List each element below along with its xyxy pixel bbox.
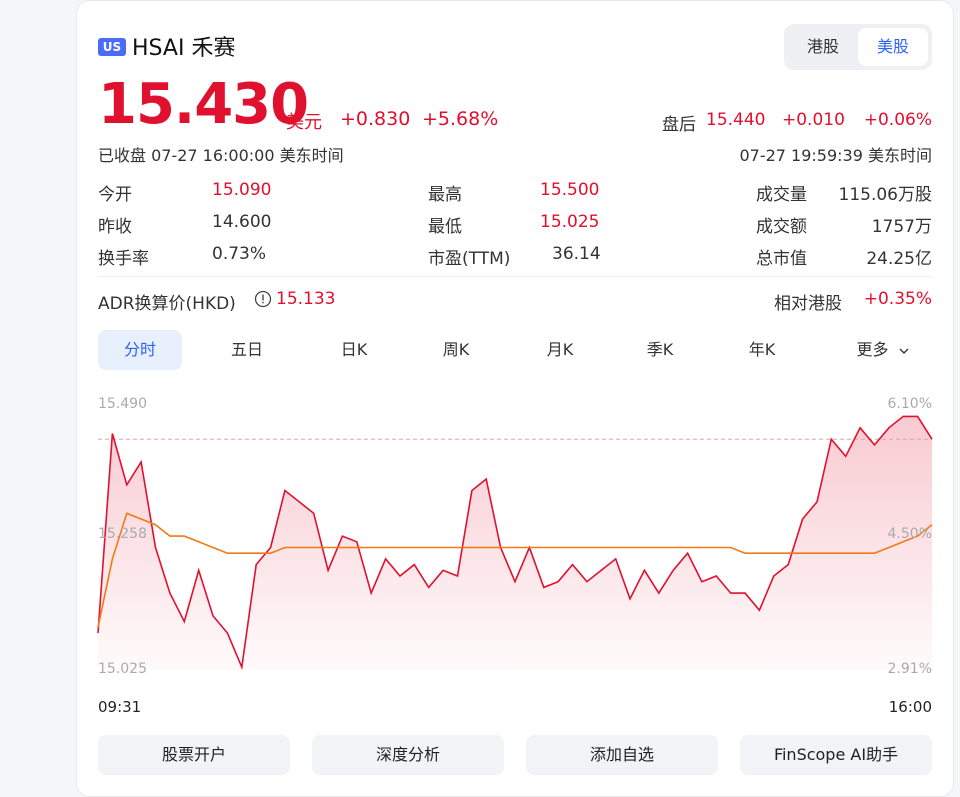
open-account-button[interactable]: 股票开户: [98, 735, 290, 775]
y-right-tick-top: 6.10%: [887, 396, 932, 412]
x-tick-end: 16:00: [888, 698, 932, 716]
finscope-ai-button[interactable]: FinScope AI助手: [740, 735, 932, 775]
y-left-tick-top: 15.490: [98, 396, 147, 412]
y-left-tick-bottom: 15.025: [98, 661, 147, 677]
y-right-tick-bottom: 2.91%: [887, 661, 932, 677]
x-tick-start: 09:31: [98, 698, 142, 716]
deep-analysis-button[interactable]: 深度分析: [312, 735, 504, 775]
y-right-tick-mid: 4.50%: [887, 526, 932, 542]
add-watchlist-button[interactable]: 添加自选: [526, 735, 718, 775]
y-left-tick-mid: 15.258: [98, 526, 147, 542]
price-area: [98, 416, 932, 670]
